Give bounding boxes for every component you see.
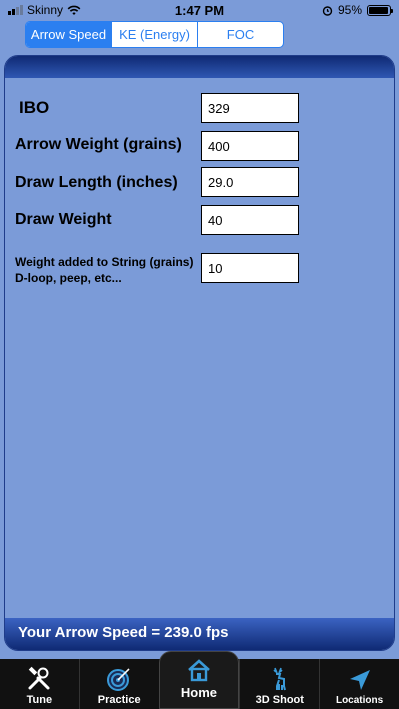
- bottom-tab-bar: Tune Practice Home 3D Shoot Locations: [0, 651, 399, 709]
- status-right: 95%: [322, 3, 393, 17]
- segment-arrow-speed[interactable]: Arrow Speed: [26, 22, 111, 47]
- string-weight-label: Weight added to String (grains) D-loop, …: [15, 255, 194, 285]
- tab-practice[interactable]: Practice: [78, 659, 159, 709]
- panel-header-bar: [5, 56, 394, 78]
- tools-icon: [25, 666, 53, 692]
- tab-practice-label: Practice: [97, 694, 141, 706]
- deer-icon: [266, 666, 294, 692]
- tab-locations-label: Locations: [335, 695, 384, 706]
- tab-tune[interactable]: Tune: [0, 659, 79, 709]
- draw-weight-input[interactable]: 40: [201, 205, 299, 235]
- tab-locations[interactable]: Locations: [319, 659, 399, 709]
- draw-length-label: Draw Length (inches): [15, 174, 178, 191]
- segment-ke-energy[interactable]: KE (Energy): [111, 22, 197, 47]
- alarm-icon: [322, 5, 333, 16]
- tab-home[interactable]: Home: [158, 651, 240, 709]
- tab-3d-shoot[interactable]: 3D Shoot: [239, 659, 319, 709]
- tab-tune-label: Tune: [26, 694, 53, 706]
- ibo-input[interactable]: 329: [201, 93, 299, 123]
- draw-weight-label: Draw Weight: [15, 211, 112, 228]
- segment-foc[interactable]: FOC: [197, 22, 283, 47]
- string-weight-input[interactable]: 10: [201, 253, 299, 283]
- arrow-weight-input[interactable]: 400: [201, 131, 299, 161]
- tab-3d-shoot-label: 3D Shoot: [255, 694, 304, 706]
- battery-icon: [367, 4, 393, 16]
- draw-length-input[interactable]: 29.0: [201, 167, 299, 197]
- battery-percent: 95%: [337, 3, 362, 17]
- home-icon: [185, 657, 213, 683]
- location-arrow-icon: [346, 667, 374, 693]
- arrow-weight-label: Arrow Weight (grains): [15, 136, 182, 153]
- target-icon: [105, 666, 133, 692]
- calculator-panel: IBO 329 Arrow Weight (grains) 400 Draw L…: [4, 55, 395, 651]
- mode-segmented-control: Arrow Speed KE (Energy) FOC: [25, 21, 284, 48]
- tab-home-label: Home: [180, 685, 218, 700]
- arrow-speed-result: Your Arrow Speed = 239.0 fps: [18, 624, 229, 641]
- ibo-label: IBO: [19, 98, 50, 117]
- status-bar: Skinny 1:47 PM 95%: [0, 0, 399, 20]
